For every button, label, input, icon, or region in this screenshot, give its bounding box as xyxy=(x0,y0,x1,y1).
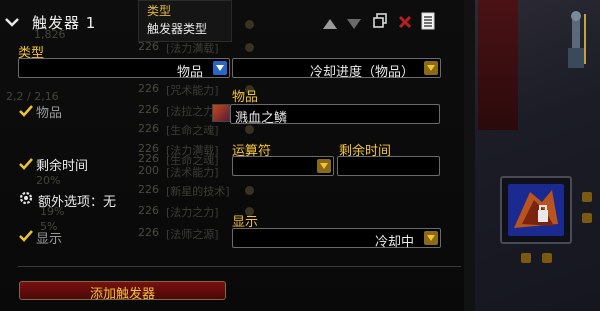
trigger-title: 触发器 1 xyxy=(32,14,97,32)
trigger-type-value: 冷却进度（物品） xyxy=(309,65,414,80)
panel-scrollbar[interactable] xyxy=(464,0,475,311)
icon-left-button[interactable] xyxy=(521,253,531,263)
icon-down-button[interactable] xyxy=(582,213,592,223)
scene-carpet xyxy=(478,0,518,130)
category-dropdown[interactable]: 物品 xyxy=(18,58,230,80)
move-down-icon[interactable] xyxy=(346,15,362,34)
show-value: 冷却中 xyxy=(374,235,414,250)
gear-icon[interactable] xyxy=(18,190,34,210)
item-name-value: 溅血之鳞 xyxy=(235,111,288,126)
extra-options-label[interactable]: 额外选项：无 xyxy=(38,191,116,210)
duplicate-icon[interactable] xyxy=(372,13,388,33)
remaining-time-input[interactable] xyxy=(337,156,440,176)
show-checkbox[interactable] xyxy=(18,228,33,242)
statue-figure xyxy=(560,10,590,70)
section-divider xyxy=(18,266,461,267)
move-up-icon[interactable] xyxy=(322,15,338,34)
remaining-time-checkbox[interactable] xyxy=(18,156,33,170)
operator-dropdown[interactable] xyxy=(232,156,334,176)
item-name-input[interactable]: 溅血之鳞 xyxy=(230,104,440,126)
show-checkbox-label: 显示 xyxy=(36,232,63,247)
chevron-down-icon[interactable] xyxy=(4,14,20,28)
icon-up-button[interactable] xyxy=(582,192,592,202)
tooltip-title: 类型 xyxy=(147,4,172,18)
tooltip-description: 触发器类型 xyxy=(147,22,208,36)
dropdown-arrow-icon[interactable] xyxy=(424,231,438,245)
notes-icon[interactable] xyxy=(421,12,435,34)
icon-right-button[interactable] xyxy=(542,253,552,263)
item-preview-icon xyxy=(508,184,564,236)
trigger-editor-panel: 1,826 2,2 / 2,16 20% 19% 5% 226[生命之魂] 22… xyxy=(0,0,475,311)
add-trigger-label: 添加触发器 xyxy=(89,287,155,302)
trigger-type-dropdown[interactable]: 冷却进度（物品） xyxy=(232,58,441,80)
bg-left-value: 20% xyxy=(36,174,61,187)
item-checkbox-label: 物品 xyxy=(36,106,63,121)
aura-icon-preview[interactable] xyxy=(500,176,572,244)
item-icon xyxy=(212,104,230,122)
add-trigger-button[interactable]: 添加触发器 xyxy=(19,281,226,302)
remaining-time-checkbox-label: 剩余时间 xyxy=(36,159,89,174)
dropdown-arrow-icon[interactable] xyxy=(213,61,227,75)
delete-icon[interactable] xyxy=(398,14,412,33)
category-value: 物品 xyxy=(176,65,203,80)
dropdown-arrow-icon[interactable] xyxy=(424,61,438,75)
item-field-label: 物品 xyxy=(232,90,259,105)
show-dropdown[interactable]: 冷却中 xyxy=(232,228,441,250)
trigger-header: 触发器 1 xyxy=(0,0,475,44)
dropdown-arrow-icon[interactable] xyxy=(317,159,331,173)
item-checkbox[interactable] xyxy=(18,103,33,117)
type-tooltip: 类型 触发器类型 xyxy=(138,0,232,42)
